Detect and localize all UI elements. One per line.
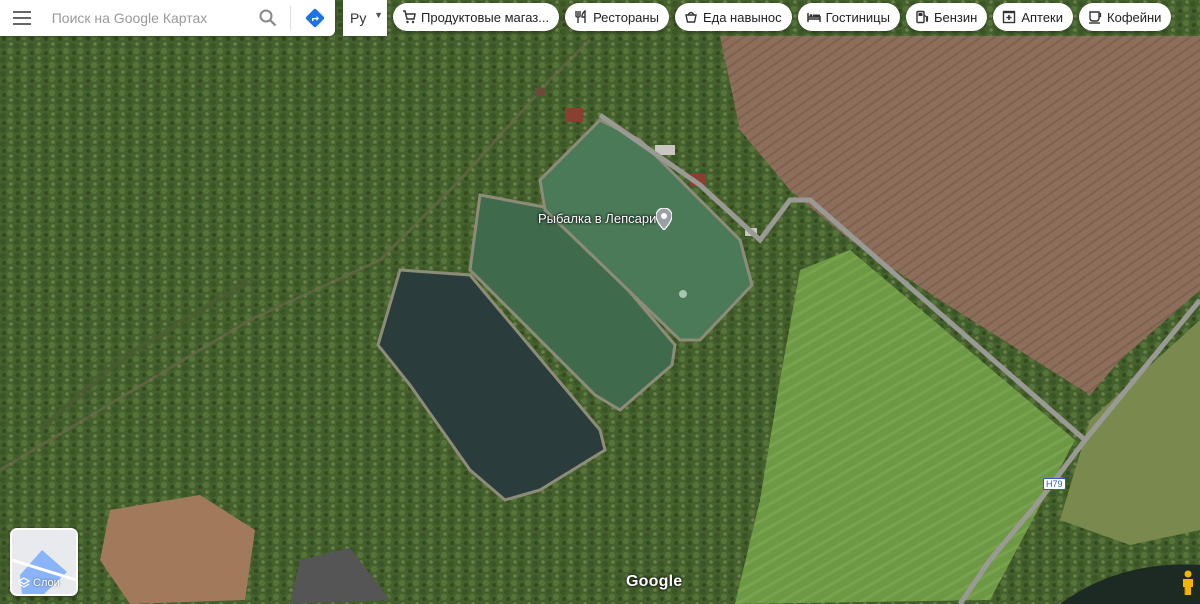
chip-coffee[interactable]: Кофейни bbox=[1079, 3, 1172, 31]
road-label: H79 bbox=[1043, 478, 1066, 490]
chip-groceries[interactable]: Продуктовые магаз... bbox=[393, 3, 560, 31]
layers-button[interactable]: Слои bbox=[10, 528, 78, 596]
chip-label: Еда навынос bbox=[702, 9, 782, 25]
chip-hotels[interactable]: Гостиницы bbox=[797, 3, 900, 31]
chip-pharmacies[interactable]: Аптеки bbox=[993, 3, 1074, 31]
chevron-down-icon: ▼ bbox=[374, 10, 383, 20]
menu-icon[interactable] bbox=[0, 0, 44, 36]
hotel-icon bbox=[806, 10, 821, 24]
chip-restaurants[interactable]: Рестораны bbox=[565, 3, 669, 31]
cart-icon bbox=[402, 10, 416, 24]
language-selected: Ру bbox=[350, 10, 367, 26]
chip-takeout[interactable]: Еда навынос bbox=[674, 3, 792, 31]
restaurant-icon bbox=[574, 10, 588, 24]
search-icon[interactable] bbox=[250, 0, 286, 36]
layers-label: Слои bbox=[33, 577, 60, 589]
language-select[interactable]: Ру ▼ bbox=[343, 0, 387, 36]
directions-icon[interactable] bbox=[295, 0, 335, 36]
chip-label: Рестораны bbox=[593, 9, 659, 25]
satellite-imagery bbox=[0, 0, 1200, 604]
map-canvas[interactable]: Рыбалка в Лепсари H79 Поиск на Google Ка… bbox=[0, 0, 1200, 604]
chip-gas[interactable]: Бензин bbox=[905, 3, 988, 31]
chip-label: Кофейни bbox=[1107, 9, 1162, 25]
gas-station-icon bbox=[915, 10, 929, 24]
search-divider bbox=[290, 6, 292, 30]
pharmacy-icon bbox=[1002, 10, 1016, 24]
chip-label: Продуктовые магаз... bbox=[421, 9, 550, 25]
place-label[interactable]: Рыбалка в Лепсари bbox=[538, 211, 656, 226]
pegman-icon[interactable] bbox=[1180, 570, 1196, 596]
takeout-icon bbox=[684, 10, 698, 24]
chip-label: Гостиницы bbox=[825, 9, 890, 25]
place-pin-icon[interactable] bbox=[656, 208, 672, 230]
coffee-icon bbox=[1088, 10, 1102, 24]
search-box bbox=[0, 0, 335, 36]
google-logo: Google bbox=[626, 573, 683, 590]
layers-label-wrap: Слои bbox=[18, 577, 60, 589]
chip-label: Аптеки bbox=[1021, 9, 1064, 25]
search-input[interactable] bbox=[43, 3, 251, 33]
layers-icon bbox=[18, 577, 30, 588]
chip-label: Бензин bbox=[933, 9, 978, 25]
category-chips: Продуктовые магаз... Рестораны Еда навын… bbox=[393, 3, 1172, 31]
